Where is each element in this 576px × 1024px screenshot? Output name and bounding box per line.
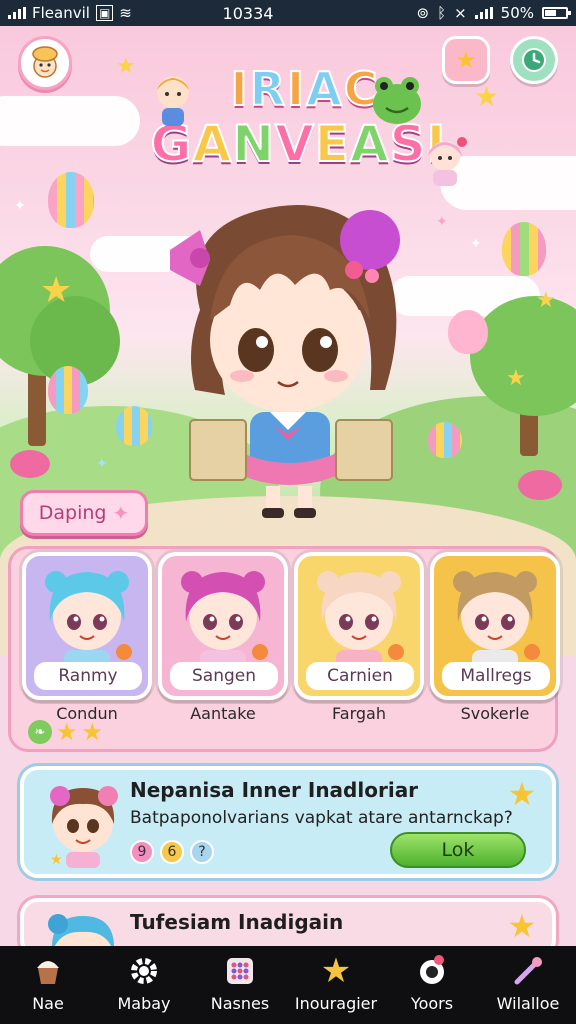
sparkle-icon: ✦ [96, 456, 108, 472]
star-icon[interactable]: ★ [504, 908, 540, 944]
sync-icon: ⊚ [416, 4, 430, 22]
mascot-frog [373, 77, 421, 124]
mission-description: Batpaponolvarians vapkat atare antarncka… [130, 808, 513, 828]
leaf-icon: ❧ [28, 720, 52, 744]
character-portrait [317, 571, 404, 674]
sparkle-icon: ✦ [14, 198, 26, 214]
title-letter: R [249, 61, 288, 117]
star-icon[interactable]: ★ [504, 776, 540, 812]
game-screen: Fleanvil ▣ ≋ 10334 ⊚ ᛒ ⨯ 50% ★ ★ ★ ★ ★ ✦… [0, 0, 576, 1024]
pink-rock [10, 450, 50, 478]
star-icon: ★ [506, 366, 526, 391]
mute-icon: ⨯ [454, 4, 467, 22]
character-name: Mallregs [442, 662, 550, 690]
nav-item[interactable]: Nae [0, 946, 96, 1024]
roster-badges: ❧ ★ ★ [28, 720, 103, 744]
cupcake-icon [29, 952, 67, 990]
character-portrait [181, 571, 268, 674]
character-name: Carnien [306, 662, 414, 690]
balloon [116, 406, 152, 446]
nav-label: Wilalloe [496, 994, 560, 1013]
nav-item[interactable]: Nasnes [192, 946, 288, 1024]
mission-card[interactable]: ★ Nepanisa Inner Inadloriar Batpaponolva… [20, 766, 556, 878]
star-icon: ★ [81, 718, 104, 746]
character-card[interactable]: Sangen [158, 552, 288, 700]
nav-item[interactable]: ★ Inouragier [288, 946, 384, 1024]
character-label: Fargah [332, 704, 386, 723]
bluetooth-icon: ᛒ [437, 4, 447, 22]
carrier-label: Fleanvil [32, 4, 90, 22]
sparkle-icon: ✦ [112, 501, 130, 525]
nav-label: Nasnes [210, 994, 270, 1013]
battery-icon [542, 7, 571, 19]
signal-icon [8, 7, 26, 19]
cell-icon [474, 7, 493, 19]
title-letter: I [286, 61, 307, 117]
balloon [428, 422, 462, 458]
title-letter: V [274, 115, 315, 173]
pink-rock [518, 470, 562, 500]
title-letter: A [305, 61, 344, 117]
cloud [0, 96, 140, 146]
mascot-right [428, 137, 467, 186]
reward-badge: 6 [160, 840, 184, 864]
battery-percent: 50% [500, 4, 534, 22]
character-portrait [45, 571, 132, 674]
bottom-nav: Nae Mabay Nasnes ★ Inouragier Yoors Wilalloe [0, 946, 576, 1024]
mission-title: Nepanisa Inner Inadloriar [130, 778, 419, 802]
tag-pill[interactable]: Daping ✦ [20, 490, 148, 536]
sparkle-icon: ✦ [436, 214, 448, 230]
mission-rewards: 9 6 ? [130, 840, 214, 864]
title-letter: I [229, 61, 250, 117]
nav-label: Nae [32, 994, 64, 1013]
chef-icon [32, 46, 58, 78]
character-card[interactable]: Ranmy [22, 552, 152, 700]
title-letter: N [231, 115, 276, 173]
svg-text:★: ★ [50, 852, 63, 868]
nav-label: Mabay [117, 994, 171, 1013]
nav-item[interactable]: Mabay [96, 946, 192, 1024]
profile-button[interactable] [18, 36, 72, 90]
sim-icon: ▣ [95, 5, 114, 21]
character-card[interactable]: Carnien [294, 552, 424, 700]
mission-title: Tufesiam Inadigain [130, 910, 344, 934]
nav-label: Yoors [410, 994, 454, 1013]
sparkle-icon: ✦ [470, 236, 482, 252]
star-icon: ★ [320, 951, 352, 991]
character-label: Svokerle [460, 704, 530, 723]
character-label: Aantake [190, 704, 256, 723]
gear-icon [125, 952, 163, 990]
character-card[interactable]: Mallregs [430, 552, 560, 700]
star-icon: ★ [536, 288, 556, 313]
avatar-icon [413, 952, 451, 990]
status-bar: Fleanvil ▣ ≋ 10334 ⊚ ᛒ ⨯ 50% [0, 0, 576, 26]
balloon [48, 172, 94, 228]
mission-action-button[interactable]: Lok [390, 832, 526, 868]
status-right: ⊚ ᛒ ⨯ 50% [368, 4, 571, 22]
character-portrait [453, 571, 540, 674]
star-icon: ★ [40, 270, 73, 311]
mission-avatar: ★ [50, 786, 118, 868]
star-icon: ★ [56, 718, 78, 746]
status-time: 10334 [222, 3, 274, 23]
character-name: Sangen [170, 662, 278, 690]
balloon [448, 310, 488, 354]
nav-label: Inouragier [294, 994, 378, 1013]
nav-item[interactable]: Yoors [384, 946, 480, 1024]
balloon [48, 366, 88, 414]
reward-badge: ? [190, 840, 214, 864]
mascot-left [157, 76, 189, 126]
main-character [170, 205, 400, 518]
tag-pill-label: Daping [38, 502, 107, 524]
timer-button[interactable] [510, 36, 558, 84]
clock-icon [522, 48, 546, 72]
nav-item[interactable]: Wilalloe [480, 946, 576, 1024]
wand-icon [509, 952, 547, 990]
grid-icon [221, 952, 259, 990]
title-letter: E [314, 115, 350, 173]
title-letter: A [192, 115, 233, 173]
balloon [502, 222, 546, 276]
character-name: Ranmy [34, 662, 142, 690]
reward-badge: 9 [130, 840, 154, 864]
